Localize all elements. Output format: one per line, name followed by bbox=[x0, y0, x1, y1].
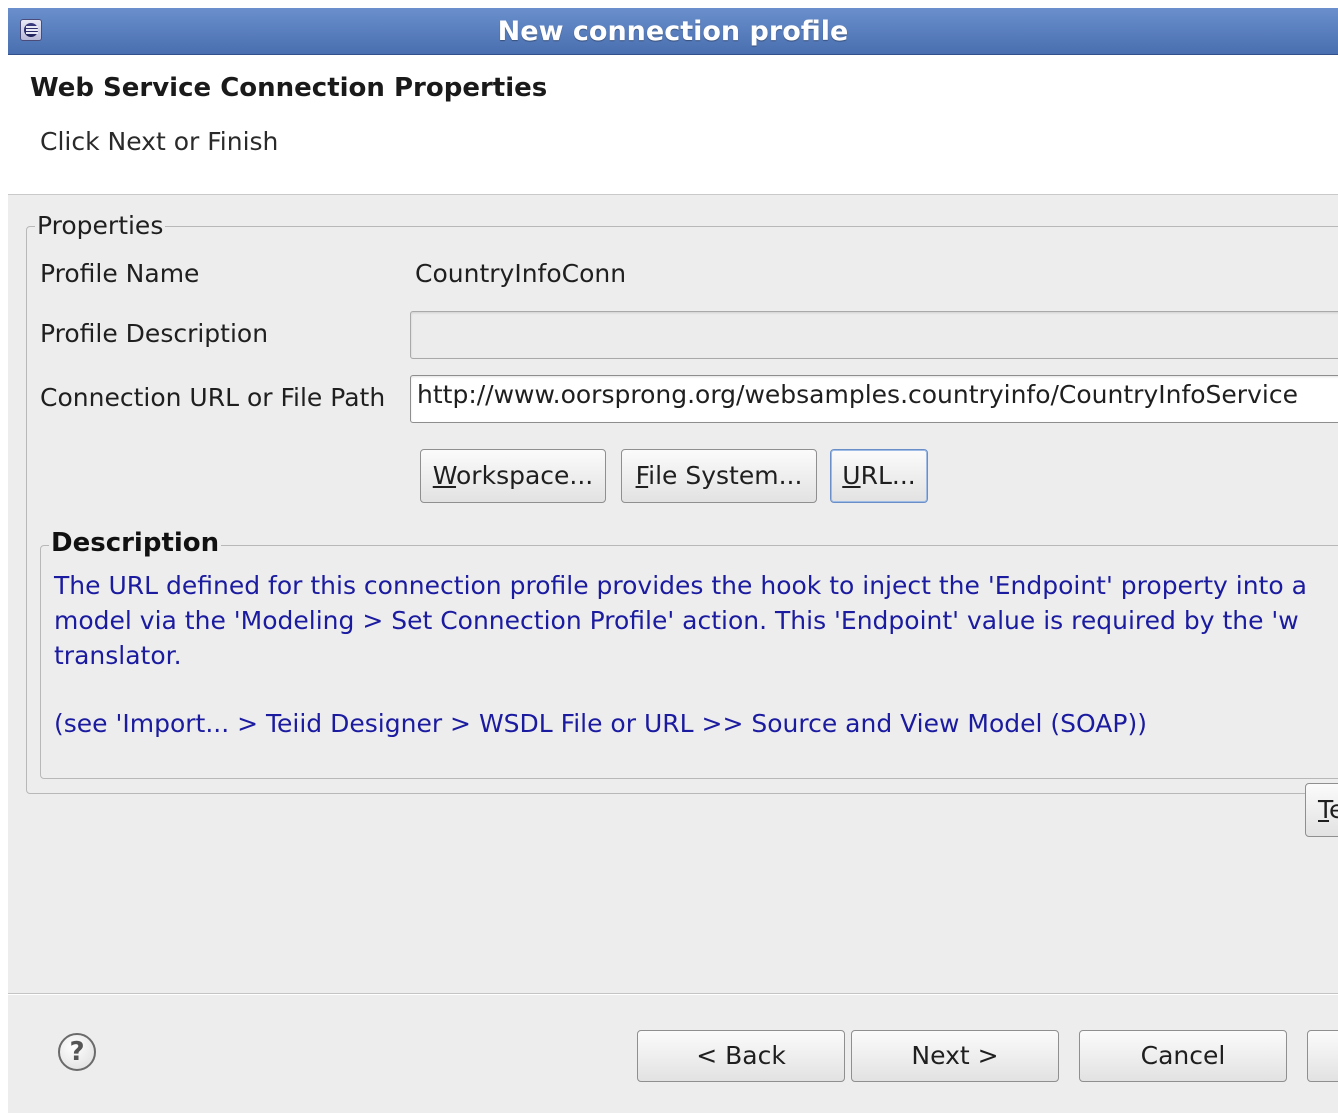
wizard-header-banner: Web Service Connection Properties Click … bbox=[8, 55, 1338, 195]
title-bar[interactable]: New connection profile bbox=[8, 8, 1338, 55]
description-line: model via the 'Modeling > Set Connection… bbox=[54, 606, 1299, 635]
test-connection-button[interactable]: Te bbox=[1305, 783, 1338, 837]
description-line: translator. bbox=[54, 641, 182, 670]
description-line: The URL defined for this connection prof… bbox=[54, 571, 1307, 600]
profile-name-value: CountryInfoConn bbox=[415, 259, 627, 288]
properties-group-title: Properties bbox=[35, 211, 166, 240]
file-system-button-label: ile System... bbox=[648, 461, 803, 490]
profile-description-label: Profile Description bbox=[40, 319, 269, 348]
footer-separator bbox=[8, 993, 1338, 995]
workspace-button[interactable]: Workspace... bbox=[420, 449, 606, 503]
profile-description-field[interactable] bbox=[410, 311, 1338, 359]
finish-button[interactable] bbox=[1307, 1030, 1338, 1082]
test-connection-mnemonic: T bbox=[1318, 795, 1330, 824]
workspace-button-label: orkspace... bbox=[456, 461, 594, 490]
window-title: New connection profile bbox=[497, 16, 849, 47]
description-spacer bbox=[54, 673, 1338, 706]
description-group-title: Description bbox=[49, 528, 222, 558]
connection-url-field[interactable]: http://www.oorsprong.org/websamples.coun… bbox=[410, 375, 1338, 423]
dialog-window: New connection profile Web Service Conne… bbox=[8, 8, 1338, 1113]
profile-name-label: Profile Name bbox=[40, 259, 200, 288]
help-icon[interactable]: ? bbox=[58, 1033, 96, 1071]
url-button-label: RL... bbox=[860, 461, 916, 490]
file-system-button[interactable]: File System... bbox=[621, 449, 817, 503]
url-mnemonic: U bbox=[842, 461, 861, 490]
test-connection-button-label: e bbox=[1329, 795, 1338, 824]
description-note: (see 'Import... > Teiid Designer > WSDL … bbox=[54, 709, 1147, 738]
url-button[interactable]: URL... bbox=[830, 449, 928, 503]
file-system-mnemonic: F bbox=[635, 461, 649, 490]
description-text: The URL defined for this connection prof… bbox=[54, 568, 1338, 741]
workspace-mnemonic: W bbox=[432, 461, 457, 490]
next-button[interactable]: Next > bbox=[851, 1030, 1059, 1082]
connection-url-label: Connection URL or File Path bbox=[40, 383, 386, 412]
cancel-button[interactable]: Cancel bbox=[1079, 1030, 1287, 1082]
wizard-page-title: Web Service Connection Properties bbox=[30, 73, 548, 103]
wizard-page-message: Click Next or Finish bbox=[40, 127, 279, 156]
back-button[interactable]: < Back bbox=[637, 1030, 845, 1082]
